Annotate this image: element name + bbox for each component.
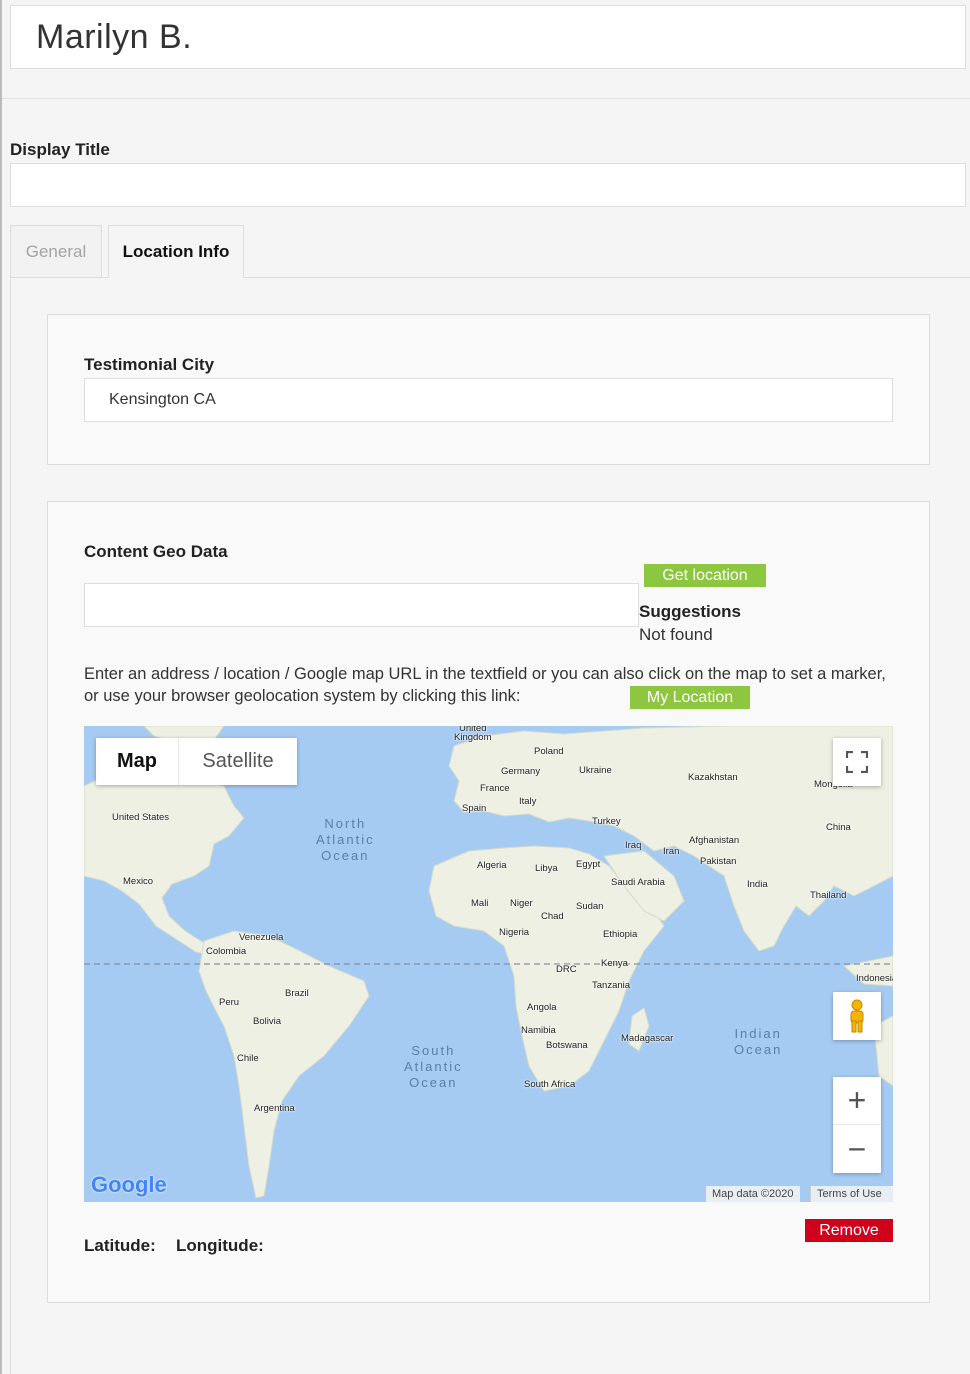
map-type-control: Map Satellite <box>96 738 297 785</box>
geo-data-label: Content Geo Data <box>84 542 228 561</box>
latitude-label: Latitude: <box>84 1236 156 1255</box>
place-label: Colombia <box>206 946 247 957</box>
place-label: Iran <box>663 846 680 857</box>
tab-location-info[interactable]: Location Info <box>108 225 244 278</box>
map-type-map-button[interactable]: Map <box>96 738 179 785</box>
testimonial-city-input[interactable] <box>84 378 893 422</box>
fullscreen-button[interactable] <box>833 738 881 786</box>
my-location-button[interactable]: My Location <box>630 686 750 709</box>
place-label: Poland <box>534 746 564 757</box>
get-location-button[interactable]: Get location <box>644 564 766 587</box>
place-label: Peru <box>219 997 240 1008</box>
ocean-south-atlantic: South Atlantic Ocean <box>404 1043 463 1090</box>
place-label: Ethiopia <box>603 929 638 940</box>
terms-of-use-link[interactable]: Terms of Use <box>810 1186 893 1202</box>
testimonial-city-label: Testimonial City <box>84 355 215 374</box>
place-label: Argentina <box>254 1103 295 1114</box>
place-label: Italy <box>519 796 537 807</box>
place-label: Thailand <box>810 890 847 901</box>
place-label: Afghanistan <box>689 835 740 846</box>
place-label: Botswana <box>546 1040 588 1051</box>
longitude-label: Longitude: <box>176 1236 264 1255</box>
place-label: Mali <box>471 898 489 909</box>
street-view-button[interactable] <box>833 992 881 1040</box>
zoom-in-icon[interactable]: + <box>833 1077 881 1125</box>
place-label: Nigeria <box>499 927 530 938</box>
world-map-land <box>84 726 893 1199</box>
place-label: France <box>480 783 510 794</box>
remove-button[interactable]: Remove <box>805 1219 893 1242</box>
title-field[interactable]: Marilyn B. <box>10 5 966 69</box>
place-label: Kenya <box>601 958 628 969</box>
divider <box>2 98 970 99</box>
place-label: Saudi Arabia <box>611 877 665 888</box>
map-data-attribution: Map data ©2020 <box>706 1186 800 1202</box>
place-label: Tanzania <box>592 980 631 991</box>
place-label: Ukraine <box>579 765 612 776</box>
place-label: Madagascar <box>621 1033 674 1044</box>
place-label: Bolivia <box>253 1016 281 1027</box>
fullscreen-icon <box>846 751 868 773</box>
place-label: DRC <box>556 964 577 975</box>
place-label: China <box>826 822 851 833</box>
help-text: Enter an address / location / Google map… <box>84 663 904 707</box>
place-label: United Kingdom <box>454 726 492 743</box>
zoom-control: + − <box>833 1077 881 1173</box>
left-border <box>0 0 2 1374</box>
place-label: Brazil <box>285 988 309 999</box>
page-title: Marilyn B. <box>36 17 193 56</box>
google-logo: Google <box>91 1172 167 1197</box>
suggestions-title: Suggestions <box>639 602 742 621</box>
map-canvas[interactable]: North Atlantic Ocean South Atlantic Ocea… <box>84 726 893 1202</box>
place-label: Spain <box>462 803 487 814</box>
place-label: Angola <box>527 1002 557 1013</box>
address-input[interactable] <box>84 583 639 627</box>
place-label: Chad <box>541 911 564 922</box>
help-text-content: Enter an address / location / Google map… <box>84 665 886 705</box>
map-type-satellite-button[interactable]: Satellite <box>179 738 297 785</box>
display-title-label: Display Title <box>10 140 110 159</box>
place-label: Pakistan <box>700 856 737 867</box>
place-label: Venezuela <box>239 932 284 943</box>
place-label: Turkey <box>592 816 621 827</box>
place-label: Chile <box>237 1053 259 1064</box>
place-label: Niger <box>510 898 533 909</box>
zoom-out-icon[interactable]: − <box>833 1125 881 1173</box>
place-label: India <box>747 879 768 890</box>
suggestions-status: Not found <box>639 625 713 644</box>
place-label: Kazakhstan <box>688 772 738 783</box>
ocean-indian: Indian Ocean <box>734 1026 783 1057</box>
display-title-input[interactable] <box>10 163 966 207</box>
place-label: Indonesia <box>856 973 893 984</box>
place-label: United States <box>112 812 170 823</box>
place-label: Sudan <box>576 901 604 912</box>
place-label: Libya <box>535 863 558 874</box>
pegman-icon <box>850 999 864 1033</box>
place-label: Germany <box>501 766 541 777</box>
place-label: Egypt <box>576 859 601 870</box>
ocean-north-atlantic: North Atlantic Ocean <box>316 816 375 863</box>
place-label: Namibia <box>521 1025 556 1036</box>
place-label: Mexico <box>123 876 154 887</box>
place-label: South Africa <box>524 1079 576 1090</box>
place-label: Algeria <box>477 860 507 871</box>
tab-general[interactable]: General <box>10 225 102 278</box>
place-label: Iraq <box>625 840 642 851</box>
